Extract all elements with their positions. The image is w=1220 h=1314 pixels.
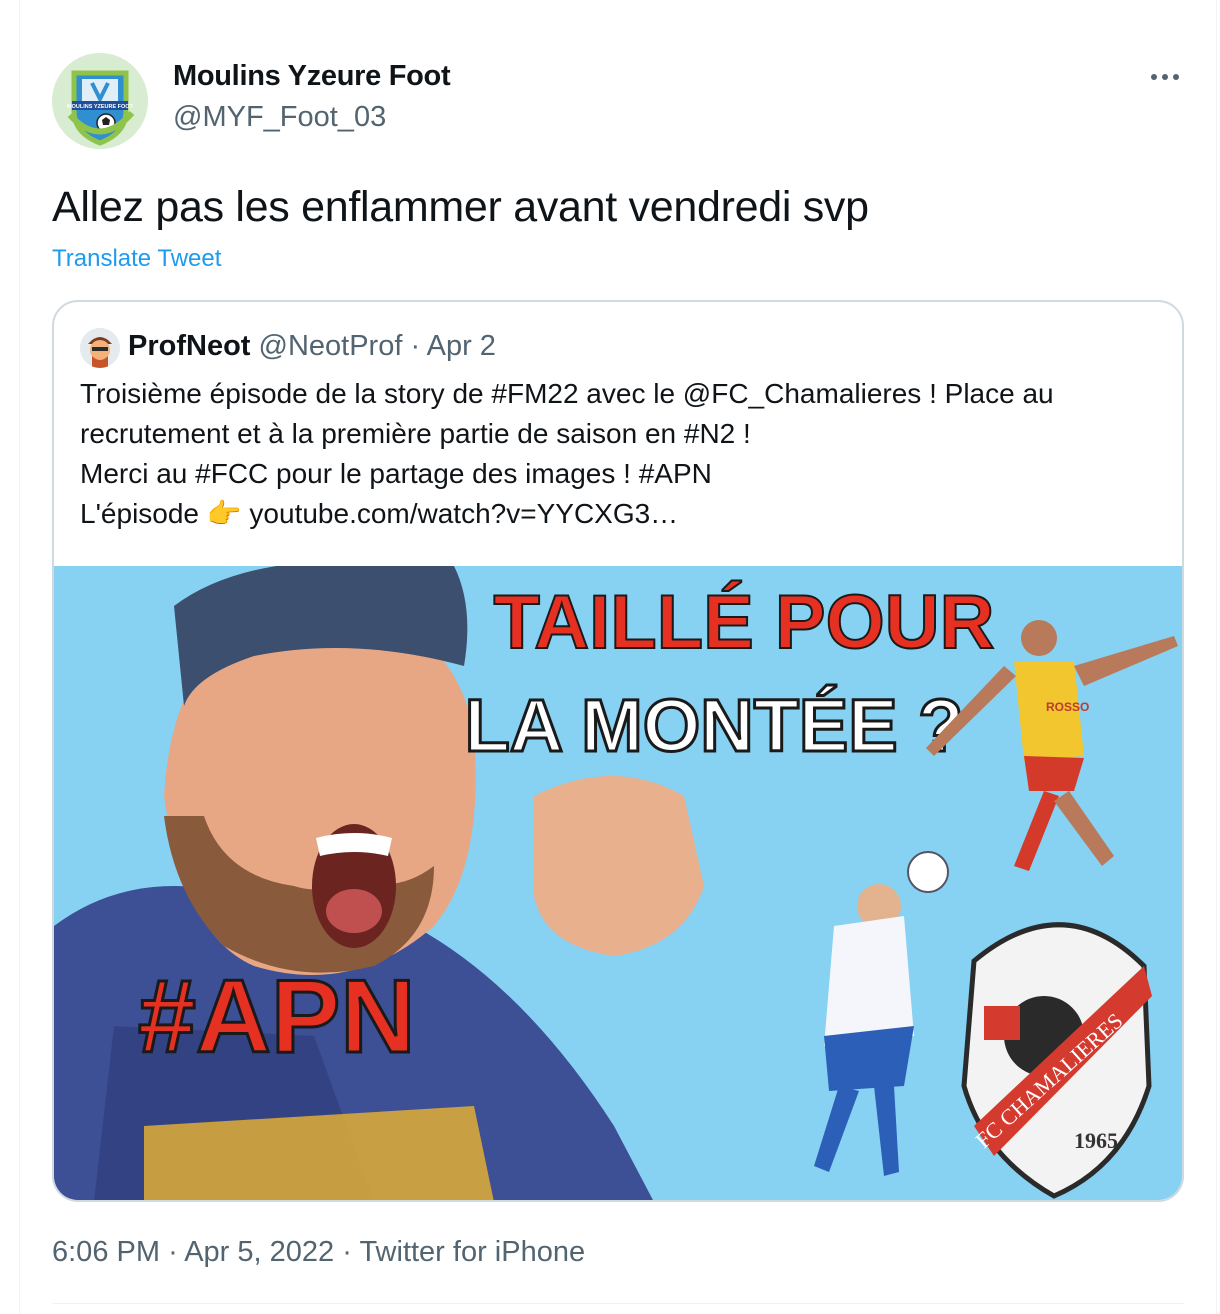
media-hashtag: #APN	[138, 959, 415, 1075]
cartoon-avatar-icon	[80, 328, 120, 368]
avatar-logo-text: MOULINS YZEURE FOOT	[67, 104, 134, 110]
quoted-author-avatar[interactable]	[80, 328, 120, 368]
tweet-text: Allez pas les enflammer avant vendredi s…	[52, 183, 869, 231]
football-icon	[907, 851, 949, 893]
meta-separator: ·	[342, 1236, 352, 1268]
quoted-separator: ·	[410, 330, 421, 362]
quoted-text-line: Troisième épisode de la story de #FM22 a…	[80, 378, 1054, 409]
headline-line-1: TAILLÉ POUR	[493, 580, 994, 665]
quoted-text-line: L'épisode 👉 youtube.com/watch?v=YYCXG3…	[80, 498, 679, 529]
quoted-header: ProfNeot @NeotProf · Apr 2	[128, 330, 496, 363]
author-handle[interactable]: @MYF_Foot_03	[173, 101, 386, 134]
author-name[interactable]: Moulins Yzeure Foot	[173, 60, 451, 93]
more-options-button[interactable]	[1148, 62, 1182, 92]
tweet-meta: 6:06 PM · Apr 5, 2022 · Twitter for iPho…	[52, 1236, 585, 1269]
quoted-text: Troisième épisode de la story de #FM22 a…	[80, 374, 1160, 534]
headline-line-2: LA MONTÉE ?	[465, 684, 964, 767]
jersey-text: ROSSO	[1046, 700, 1089, 714]
badge-year: 1965	[1074, 1128, 1118, 1153]
divider	[52, 1303, 1184, 1304]
quoted-author-name[interactable]: ProfNeot	[128, 330, 250, 362]
tweet-source[interactable]: Twitter for iPhone	[359, 1236, 585, 1268]
quoted-date[interactable]: Apr 2	[427, 330, 496, 362]
tweet-time[interactable]: 6:06 PM	[52, 1236, 160, 1268]
quoted-text-line: Merci au #FCC pour le partage des images…	[80, 458, 712, 489]
quoted-media-image[interactable]: TAILLÉ POUR LA MONTÉE ? #APN ROSSO FC CH…	[54, 566, 1182, 1202]
tweet-date[interactable]: Apr 5, 2022	[184, 1236, 334, 1268]
quoted-author-handle[interactable]: @NeotProf	[259, 330, 403, 362]
meta-separator: ·	[168, 1236, 178, 1268]
translate-tweet-link[interactable]: Translate Tweet	[52, 245, 221, 273]
quoted-text-line: recrutement et à la première partie de s…	[80, 418, 751, 449]
ellipsis-icon	[1151, 74, 1179, 80]
club-logo-icon: MOULINS YZEURE FOOT	[52, 53, 148, 149]
author-avatar[interactable]: MOULINS YZEURE FOOT	[52, 53, 148, 149]
quoted-tweet[interactable]: ProfNeot @NeotProf · Apr 2 Troisième épi…	[52, 300, 1184, 1202]
